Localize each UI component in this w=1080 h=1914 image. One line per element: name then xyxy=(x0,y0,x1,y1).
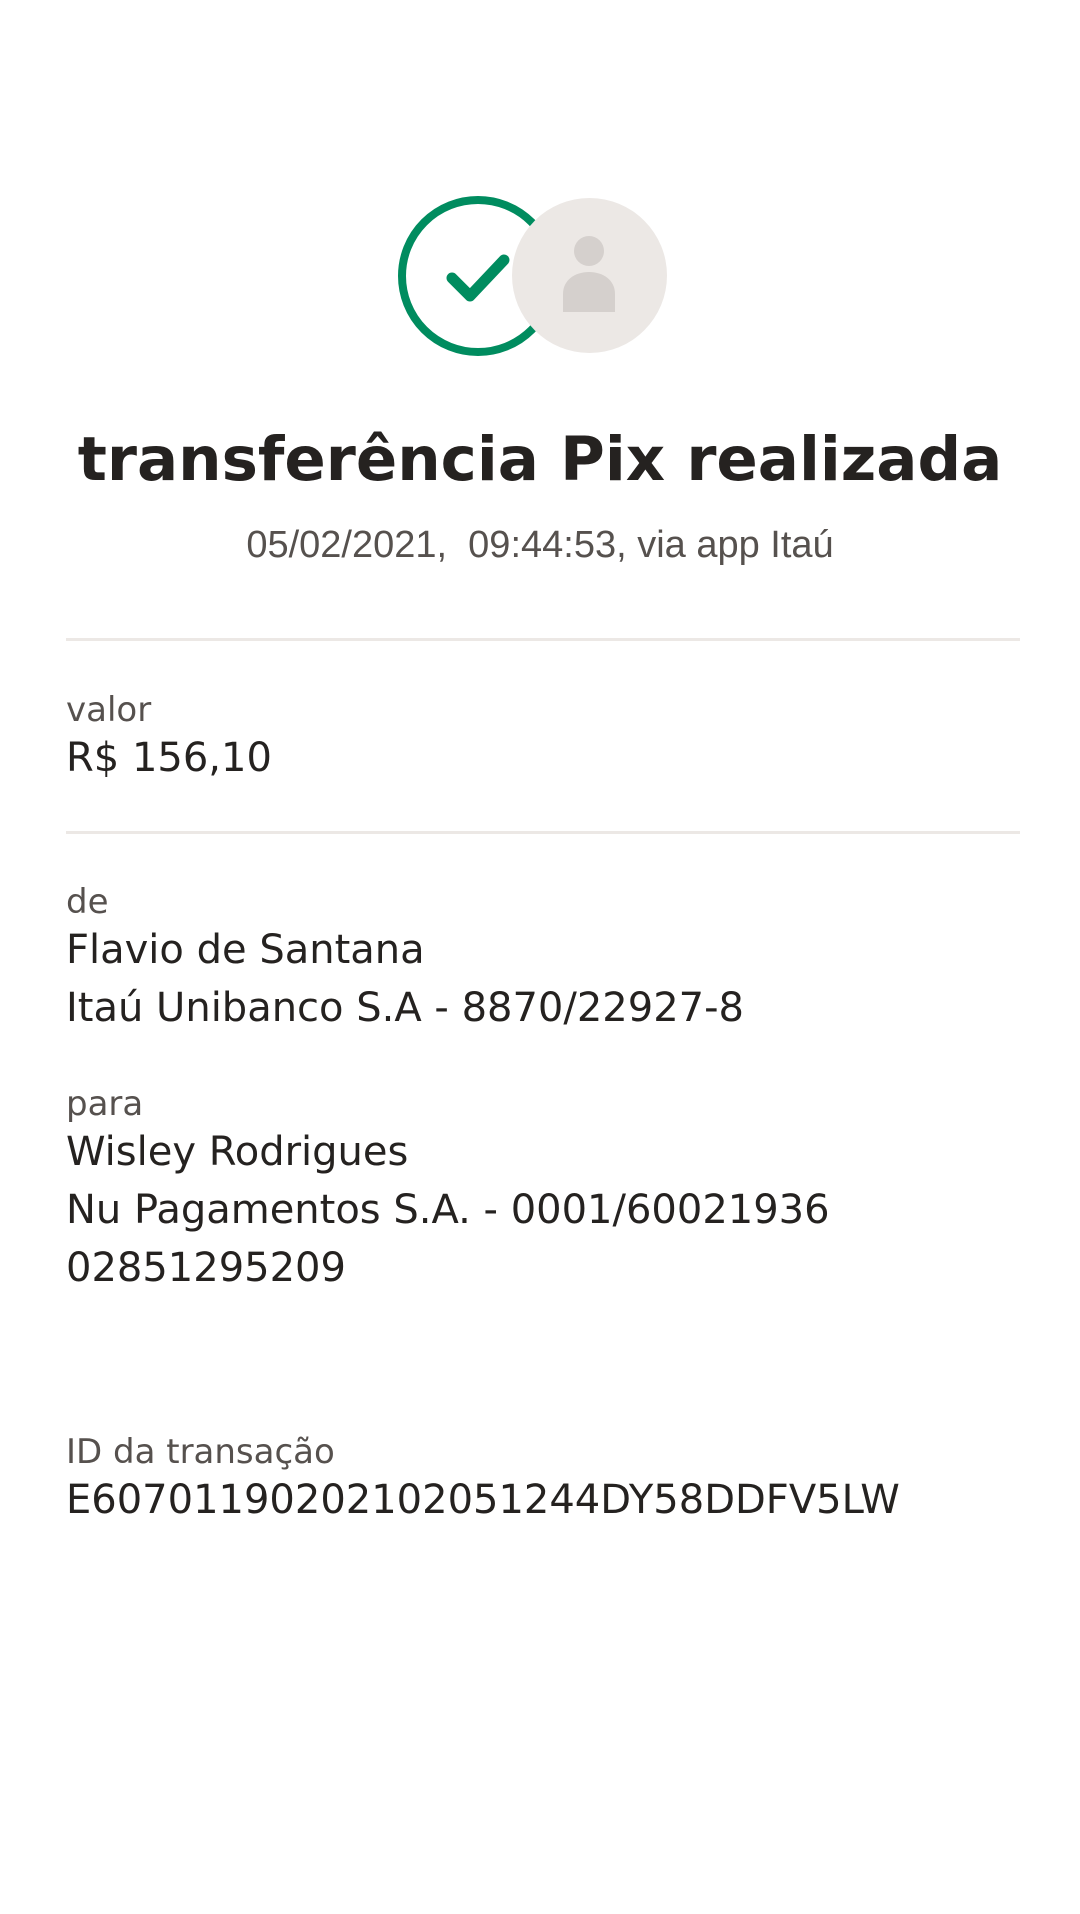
page-title: transferência Pix realizada xyxy=(77,424,1003,495)
transaction-id-value: E60701190202102051244DY58DDFV5LW xyxy=(66,1477,900,1523)
amount-value: R$ 156,10 xyxy=(66,735,272,781)
divider xyxy=(66,638,1020,641)
user-avatar-icon xyxy=(512,198,667,353)
amount-label: valor xyxy=(66,690,152,730)
to-key: 02851295209 xyxy=(66,1245,346,1291)
from-name: Flavio de Santana xyxy=(66,927,425,973)
header-icons xyxy=(398,196,668,356)
transaction-datetime: 05/02/2021, 09:44:53, via app Itaú xyxy=(246,524,834,566)
from-bank: Itaú Unibanco S.A - 8870/22927-8 xyxy=(66,985,744,1031)
transaction-id-label: ID da transação xyxy=(66,1432,335,1472)
to-label: para xyxy=(66,1084,144,1124)
to-name: Wisley Rodrigues xyxy=(66,1129,409,1175)
divider xyxy=(66,831,1020,834)
to-bank: Nu Pagamentos S.A. - 0001/60021936 xyxy=(66,1187,830,1233)
from-label: de xyxy=(66,882,109,922)
